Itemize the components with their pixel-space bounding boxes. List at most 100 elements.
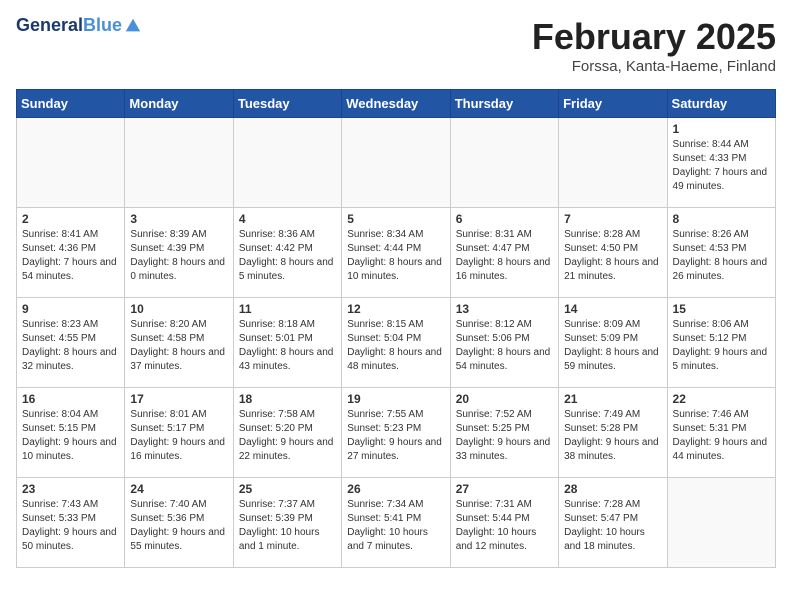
calendar-cell xyxy=(342,118,450,208)
weekday-header-saturday: Saturday xyxy=(667,90,775,118)
day-info: Sunrise: 7:52 AM Sunset: 5:25 PM Dayligh… xyxy=(456,408,553,464)
day-info: Sunrise: 8:41 AM Sunset: 4:36 PM Dayligh… xyxy=(22,228,119,284)
calendar-cell: 22 Sunrise: 7:46 AM Sunset: 5:31 PM Dayli… xyxy=(667,388,775,478)
day-info: Sunrise: 7:43 AM Sunset: 5:33 PM Dayligh… xyxy=(22,498,119,554)
calendar-cell: 27 Sunrise: 7:31 AM Sunset: 5:44 PM Dayli… xyxy=(450,478,558,568)
day-info: Sunrise: 8:34 AM Sunset: 4:44 PM Dayligh… xyxy=(347,228,444,284)
day-number: 23 xyxy=(22,482,119,496)
day-number: 27 xyxy=(456,482,553,496)
calendar-cell: 4 Sunrise: 8:36 AM Sunset: 4:42 PM Daylig… xyxy=(233,208,341,298)
calendar-cell: 16 Sunrise: 8:04 AM Sunset: 5:15 PM Dayli… xyxy=(17,388,125,478)
calendar-cell xyxy=(559,118,667,208)
day-number: 25 xyxy=(239,482,336,496)
day-number: 16 xyxy=(22,392,119,406)
calendar-cell: 19Sunrise: 7:55 AM Sunset: 5:23 PM Dayli… xyxy=(342,388,450,478)
day-info: Sunrise: 8:04 AM Sunset: 5:15 PM Dayligh… xyxy=(22,408,119,464)
logo-icon xyxy=(124,17,142,35)
calendar-cell: 8 Sunrise: 8:26 AM Sunset: 4:53 PM Daylig… xyxy=(667,208,775,298)
weekday-header-tuesday: Tuesday xyxy=(233,90,341,118)
day-info: Sunrise: 7:37 AM Sunset: 5:39 PM Dayligh… xyxy=(239,498,336,554)
day-info: Sunrise: 7:49 AM Sunset: 5:28 PM Dayligh… xyxy=(564,408,661,464)
calendar-week-2: 2 Sunrise: 8:41 AM Sunset: 4:36 PM Daylig… xyxy=(17,208,776,298)
day-number: 3 xyxy=(130,212,227,226)
calendar-week-5: 23 Sunrise: 7:43 AM Sunset: 5:33 PM Dayli… xyxy=(17,478,776,568)
day-info: Sunrise: 8:15 AM Sunset: 5:04 PM Dayligh… xyxy=(347,318,444,374)
calendar-cell: 17 Sunrise: 8:01 AM Sunset: 5:17 PM Dayli… xyxy=(125,388,233,478)
calendar-cell: 23 Sunrise: 7:43 AM Sunset: 5:33 PM Dayli… xyxy=(17,478,125,568)
day-info: Sunrise: 7:28 AM Sunset: 5:47 PM Dayligh… xyxy=(564,498,661,554)
day-info: Sunrise: 7:31 AM Sunset: 5:44 PM Dayligh… xyxy=(456,498,553,554)
day-number: 13 xyxy=(456,302,553,316)
weekday-header-sunday: Sunday xyxy=(17,90,125,118)
calendar-cell: 24 Sunrise: 7:40 AM Sunset: 5:36 PM Dayli… xyxy=(125,478,233,568)
calendar-cell: 7Sunrise: 8:28 AM Sunset: 4:50 PM Daylig… xyxy=(559,208,667,298)
calendar-cell: 21Sunrise: 7:49 AM Sunset: 5:28 PM Dayli… xyxy=(559,388,667,478)
logo: GeneralBlue xyxy=(16,16,142,36)
weekday-header-thursday: Thursday xyxy=(450,90,558,118)
day-number: 6 xyxy=(456,212,553,226)
calendar-cell: 25 Sunrise: 7:37 AM Sunset: 5:39 PM Dayli… xyxy=(233,478,341,568)
day-number: 24 xyxy=(130,482,227,496)
calendar-cell xyxy=(450,118,558,208)
title-section: February 2025 Forssa, Kanta-Haeme, Finla… xyxy=(532,16,776,75)
calendar-cell: 11 Sunrise: 8:18 AM Sunset: 5:01 PM Dayli… xyxy=(233,298,341,388)
day-info: Sunrise: 8:36 AM Sunset: 4:42 PM Dayligh… xyxy=(239,228,336,284)
day-info: Sunrise: 7:34 AM Sunset: 5:41 PM Dayligh… xyxy=(347,498,444,554)
calendar-cell: 26 Sunrise: 7:34 AM Sunset: 5:41 PM Dayli… xyxy=(342,478,450,568)
day-number: 4 xyxy=(239,212,336,226)
logo-text: GeneralBlue xyxy=(16,16,122,36)
calendar-cell: 15 Sunrise: 8:06 AM Sunset: 5:12 PM Dayli… xyxy=(667,298,775,388)
day-number: 2 xyxy=(22,212,119,226)
calendar-cell: 9 Sunrise: 8:23 AM Sunset: 4:55 PM Daylig… xyxy=(17,298,125,388)
calendar-title: February 2025 xyxy=(532,16,776,58)
day-number: 17 xyxy=(130,392,227,406)
calendar-cell: 2 Sunrise: 8:41 AM Sunset: 4:36 PM Daylig… xyxy=(17,208,125,298)
day-info: Sunrise: 8:44 AM Sunset: 4:33 PM Dayligh… xyxy=(673,138,770,194)
day-info: Sunrise: 8:18 AM Sunset: 5:01 PM Dayligh… xyxy=(239,318,336,374)
day-info: Sunrise: 8:12 AM Sunset: 5:06 PM Dayligh… xyxy=(456,318,553,374)
calendar-cell xyxy=(233,118,341,208)
calendar-week-4: 16 Sunrise: 8:04 AM Sunset: 5:15 PM Dayli… xyxy=(17,388,776,478)
day-number: 22 xyxy=(673,392,770,406)
day-info: Sunrise: 8:23 AM Sunset: 4:55 PM Dayligh… xyxy=(22,318,119,374)
weekday-header-monday: Monday xyxy=(125,90,233,118)
day-info: Sunrise: 8:01 AM Sunset: 5:17 PM Dayligh… xyxy=(130,408,227,464)
calendar-cell xyxy=(667,478,775,568)
day-info: Sunrise: 8:31 AM Sunset: 4:47 PM Dayligh… xyxy=(456,228,553,284)
day-info: Sunrise: 8:06 AM Sunset: 5:12 PM Dayligh… xyxy=(673,318,770,374)
day-info: Sunrise: 8:39 AM Sunset: 4:39 PM Dayligh… xyxy=(130,228,227,284)
day-number: 1 xyxy=(673,122,770,136)
weekday-header-row: SundayMondayTuesdayWednesdayThursdayFrid… xyxy=(17,90,776,118)
weekday-header-friday: Friday xyxy=(559,90,667,118)
day-number: 10 xyxy=(130,302,227,316)
day-number: 11 xyxy=(239,302,336,316)
day-number: 7 xyxy=(564,212,661,226)
day-number: 5 xyxy=(347,212,444,226)
day-number: 12 xyxy=(347,302,444,316)
day-number: 14 xyxy=(564,302,661,316)
calendar-subtitle: Forssa, Kanta-Haeme, Finland xyxy=(532,58,776,75)
calendar-cell: 5 Sunrise: 8:34 AM Sunset: 4:44 PM Daylig… xyxy=(342,208,450,298)
calendar-cell: 1 Sunrise: 8:44 AM Sunset: 4:33 PM Daylig… xyxy=(667,118,775,208)
calendar-cell: 12 Sunrise: 8:15 AM Sunset: 5:04 PM Dayli… xyxy=(342,298,450,388)
day-number: 26 xyxy=(347,482,444,496)
weekday-header-wednesday: Wednesday xyxy=(342,90,450,118)
day-number: 15 xyxy=(673,302,770,316)
calendar-cell: 14Sunrise: 8:09 AM Sunset: 5:09 PM Dayli… xyxy=(559,298,667,388)
day-info: Sunrise: 7:46 AM Sunset: 5:31 PM Dayligh… xyxy=(673,408,770,464)
calendar-cell: 6 Sunrise: 8:31 AM Sunset: 4:47 PM Daylig… xyxy=(450,208,558,298)
calendar-cell: 18Sunrise: 7:58 AM Sunset: 5:20 PM Dayli… xyxy=(233,388,341,478)
calendar-cell: 13 Sunrise: 8:12 AM Sunset: 5:06 PM Dayli… xyxy=(450,298,558,388)
day-info: Sunrise: 7:55 AM Sunset: 5:23 PM Dayligh… xyxy=(347,408,444,464)
calendar-week-1: 1 Sunrise: 8:44 AM Sunset: 4:33 PM Daylig… xyxy=(17,118,776,208)
day-info: Sunrise: 8:26 AM Sunset: 4:53 PM Dayligh… xyxy=(673,228,770,284)
day-info: Sunrise: 8:20 AM Sunset: 4:58 PM Dayligh… xyxy=(130,318,227,374)
day-number: 20 xyxy=(456,392,553,406)
day-info: Sunrise: 7:40 AM Sunset: 5:36 PM Dayligh… xyxy=(130,498,227,554)
calendar-cell: 20 Sunrise: 7:52 AM Sunset: 5:25 PM Dayli… xyxy=(450,388,558,478)
calendar-week-3: 9 Sunrise: 8:23 AM Sunset: 4:55 PM Daylig… xyxy=(17,298,776,388)
calendar-cell xyxy=(125,118,233,208)
day-info: Sunrise: 7:58 AM Sunset: 5:20 PM Dayligh… xyxy=(239,408,336,464)
day-number: 8 xyxy=(673,212,770,226)
day-number: 9 xyxy=(22,302,119,316)
